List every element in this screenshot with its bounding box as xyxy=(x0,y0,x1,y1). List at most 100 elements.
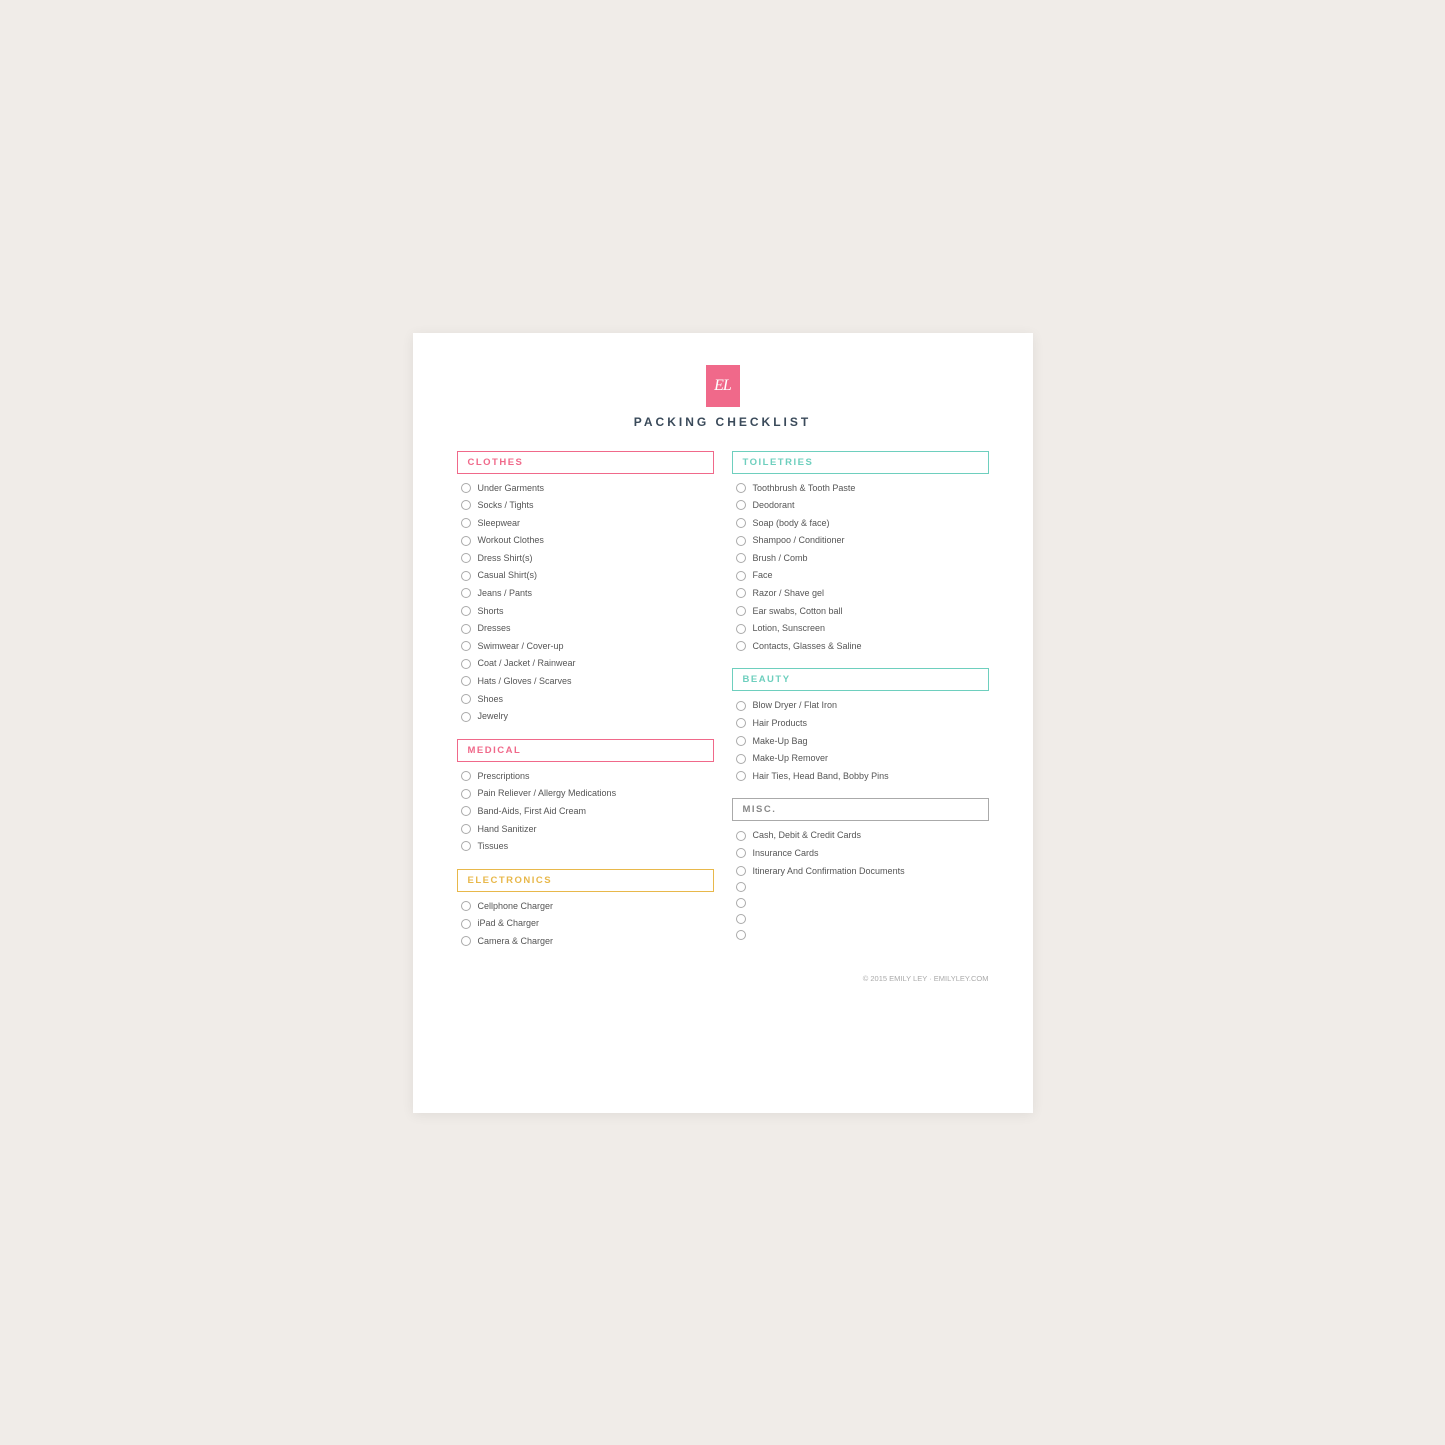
list-item[interactable]: Shampoo / Conditioner xyxy=(732,534,989,547)
list-item[interactable]: Prescriptions xyxy=(457,770,714,783)
checkbox-circle[interactable] xyxy=(461,571,471,581)
item-label: Coat / Jacket / Rainwear xyxy=(478,657,576,670)
list-item[interactable]: Hair Ties, Head Band, Bobby Pins xyxy=(732,770,989,783)
section-clothes: CLOTHESUnder GarmentsSocks / TightsSleep… xyxy=(457,451,714,723)
checkbox-circle[interactable] xyxy=(736,701,746,711)
item-label: Deodorant xyxy=(753,499,795,512)
list-item[interactable]: Pain Reliever / Allergy Medications xyxy=(457,787,714,800)
item-label: Hair Products xyxy=(753,717,808,730)
list-item[interactable]: Cellphone Charger xyxy=(457,900,714,913)
checkbox-circle[interactable] xyxy=(461,588,471,598)
checkbox-circle-empty[interactable] xyxy=(736,898,746,908)
list-item[interactable]: Shoes xyxy=(457,693,714,706)
list-item[interactable]: Swimwear / Cover-up xyxy=(457,640,714,653)
list-item[interactable]: Tissues xyxy=(457,840,714,853)
list-item[interactable]: Sleepwear xyxy=(457,517,714,530)
checkbox-circle[interactable] xyxy=(461,553,471,563)
checkbox-circle[interactable] xyxy=(461,901,471,911)
list-item[interactable]: Toothbrush & Tooth Paste xyxy=(732,482,989,495)
checkbox-circle[interactable] xyxy=(736,866,746,876)
list-item[interactable]: Hand Sanitizer xyxy=(457,823,714,836)
list-item[interactable]: Jewelry xyxy=(457,710,714,723)
col-left: CLOTHESUnder GarmentsSocks / TightsSleep… xyxy=(457,451,714,964)
list-item[interactable]: Hats / Gloves / Scarves xyxy=(457,675,714,688)
checkbox-circle[interactable] xyxy=(736,848,746,858)
checkbox-circle[interactable] xyxy=(461,659,471,669)
list-item[interactable]: Coat / Jacket / Rainwear xyxy=(457,657,714,670)
list-item[interactable]: Dresses xyxy=(457,622,714,635)
checkbox-circle[interactable] xyxy=(461,712,471,722)
list-item[interactable]: Band-Aids, First Aid Cream xyxy=(457,805,714,818)
checkbox-circle[interactable] xyxy=(736,553,746,563)
empty-list-item[interactable] xyxy=(732,914,989,924)
list-item[interactable]: iPad & Charger xyxy=(457,917,714,930)
list-item[interactable]: Contacts, Glasses & Saline xyxy=(732,640,989,653)
list-item[interactable]: Razor / Shave gel xyxy=(732,587,989,600)
checkbox-circle[interactable] xyxy=(461,536,471,546)
checkbox-circle[interactable] xyxy=(461,789,471,799)
list-item[interactable]: Socks / Tights xyxy=(457,499,714,512)
checkbox-circle[interactable] xyxy=(736,754,746,764)
checkbox-circle[interactable] xyxy=(461,919,471,929)
checkbox-circle[interactable] xyxy=(461,771,471,781)
empty-list-item[interactable] xyxy=(732,882,989,892)
list-item[interactable]: Deodorant xyxy=(732,499,989,512)
list-item[interactable]: Make-Up Remover xyxy=(732,752,989,765)
list-item[interactable]: Cash, Debit & Credit Cards xyxy=(732,829,989,842)
checkbox-circle[interactable] xyxy=(461,806,471,816)
list-item[interactable]: Soap (body & face) xyxy=(732,517,989,530)
checkbox-circle[interactable] xyxy=(736,771,746,781)
item-label: Ear swabs, Cotton ball xyxy=(753,605,843,618)
item-label: Jewelry xyxy=(478,710,509,723)
list-item[interactable]: Workout Clothes xyxy=(457,534,714,547)
checkbox-circle[interactable] xyxy=(736,536,746,546)
checkbox-circle[interactable] xyxy=(736,831,746,841)
checkbox-circle[interactable] xyxy=(461,936,471,946)
checkbox-circle[interactable] xyxy=(461,500,471,510)
checkbox-circle[interactable] xyxy=(461,694,471,704)
checkbox-circle[interactable] xyxy=(736,483,746,493)
list-item[interactable]: Lotion, Sunscreen xyxy=(732,622,989,635)
checkbox-circle[interactable] xyxy=(461,518,471,528)
list-item[interactable]: Casual Shirt(s) xyxy=(457,569,714,582)
list-item[interactable]: Ear swabs, Cotton ball xyxy=(732,605,989,618)
checkbox-circle[interactable] xyxy=(736,736,746,746)
checkbox-circle[interactable] xyxy=(736,518,746,528)
item-label: Razor / Shave gel xyxy=(753,587,825,600)
list-item[interactable]: Jeans / Pants xyxy=(457,587,714,600)
checkbox-circle[interactable] xyxy=(736,606,746,616)
checkbox-circle[interactable] xyxy=(461,483,471,493)
checkbox-circle[interactable] xyxy=(461,824,471,834)
empty-list-item[interactable] xyxy=(732,898,989,908)
checkbox-circle[interactable] xyxy=(461,624,471,634)
checkbox-circle[interactable] xyxy=(461,841,471,851)
list-item[interactable]: Brush / Comb xyxy=(732,552,989,565)
item-label: Soap (body & face) xyxy=(753,517,830,530)
item-label: Workout Clothes xyxy=(478,534,544,547)
checkbox-circle-empty[interactable] xyxy=(736,930,746,940)
checkbox-circle[interactable] xyxy=(461,676,471,686)
checkbox-circle[interactable] xyxy=(736,500,746,510)
item-label: Dress Shirt(s) xyxy=(478,552,533,565)
list-item[interactable]: Hair Products xyxy=(732,717,989,730)
list-item[interactable]: Make-Up Bag xyxy=(732,735,989,748)
list-item[interactable]: Blow Dryer / Flat Iron xyxy=(732,699,989,712)
checkbox-circle[interactable] xyxy=(461,641,471,651)
checkbox-circle[interactable] xyxy=(736,624,746,634)
list-item[interactable]: Face xyxy=(732,569,989,582)
list-item[interactable]: Under Garments xyxy=(457,482,714,495)
list-item[interactable]: Insurance Cards xyxy=(732,847,989,860)
empty-list-item[interactable] xyxy=(732,930,989,940)
checkbox-circle[interactable] xyxy=(461,606,471,616)
checkbox-circle-empty[interactable] xyxy=(736,882,746,892)
list-item[interactable]: Camera & Charger xyxy=(457,935,714,948)
list-item[interactable]: Itinerary And Confirmation Documents xyxy=(732,865,989,878)
checkbox-circle[interactable] xyxy=(736,718,746,728)
section-medical: MEDICALPrescriptionsPain Reliever / Alle… xyxy=(457,739,714,853)
list-item[interactable]: Dress Shirt(s) xyxy=(457,552,714,565)
checkbox-circle[interactable] xyxy=(736,571,746,581)
checkbox-circle[interactable] xyxy=(736,588,746,598)
list-item[interactable]: Shorts xyxy=(457,605,714,618)
checkbox-circle[interactable] xyxy=(736,641,746,651)
checkbox-circle-empty[interactable] xyxy=(736,914,746,924)
